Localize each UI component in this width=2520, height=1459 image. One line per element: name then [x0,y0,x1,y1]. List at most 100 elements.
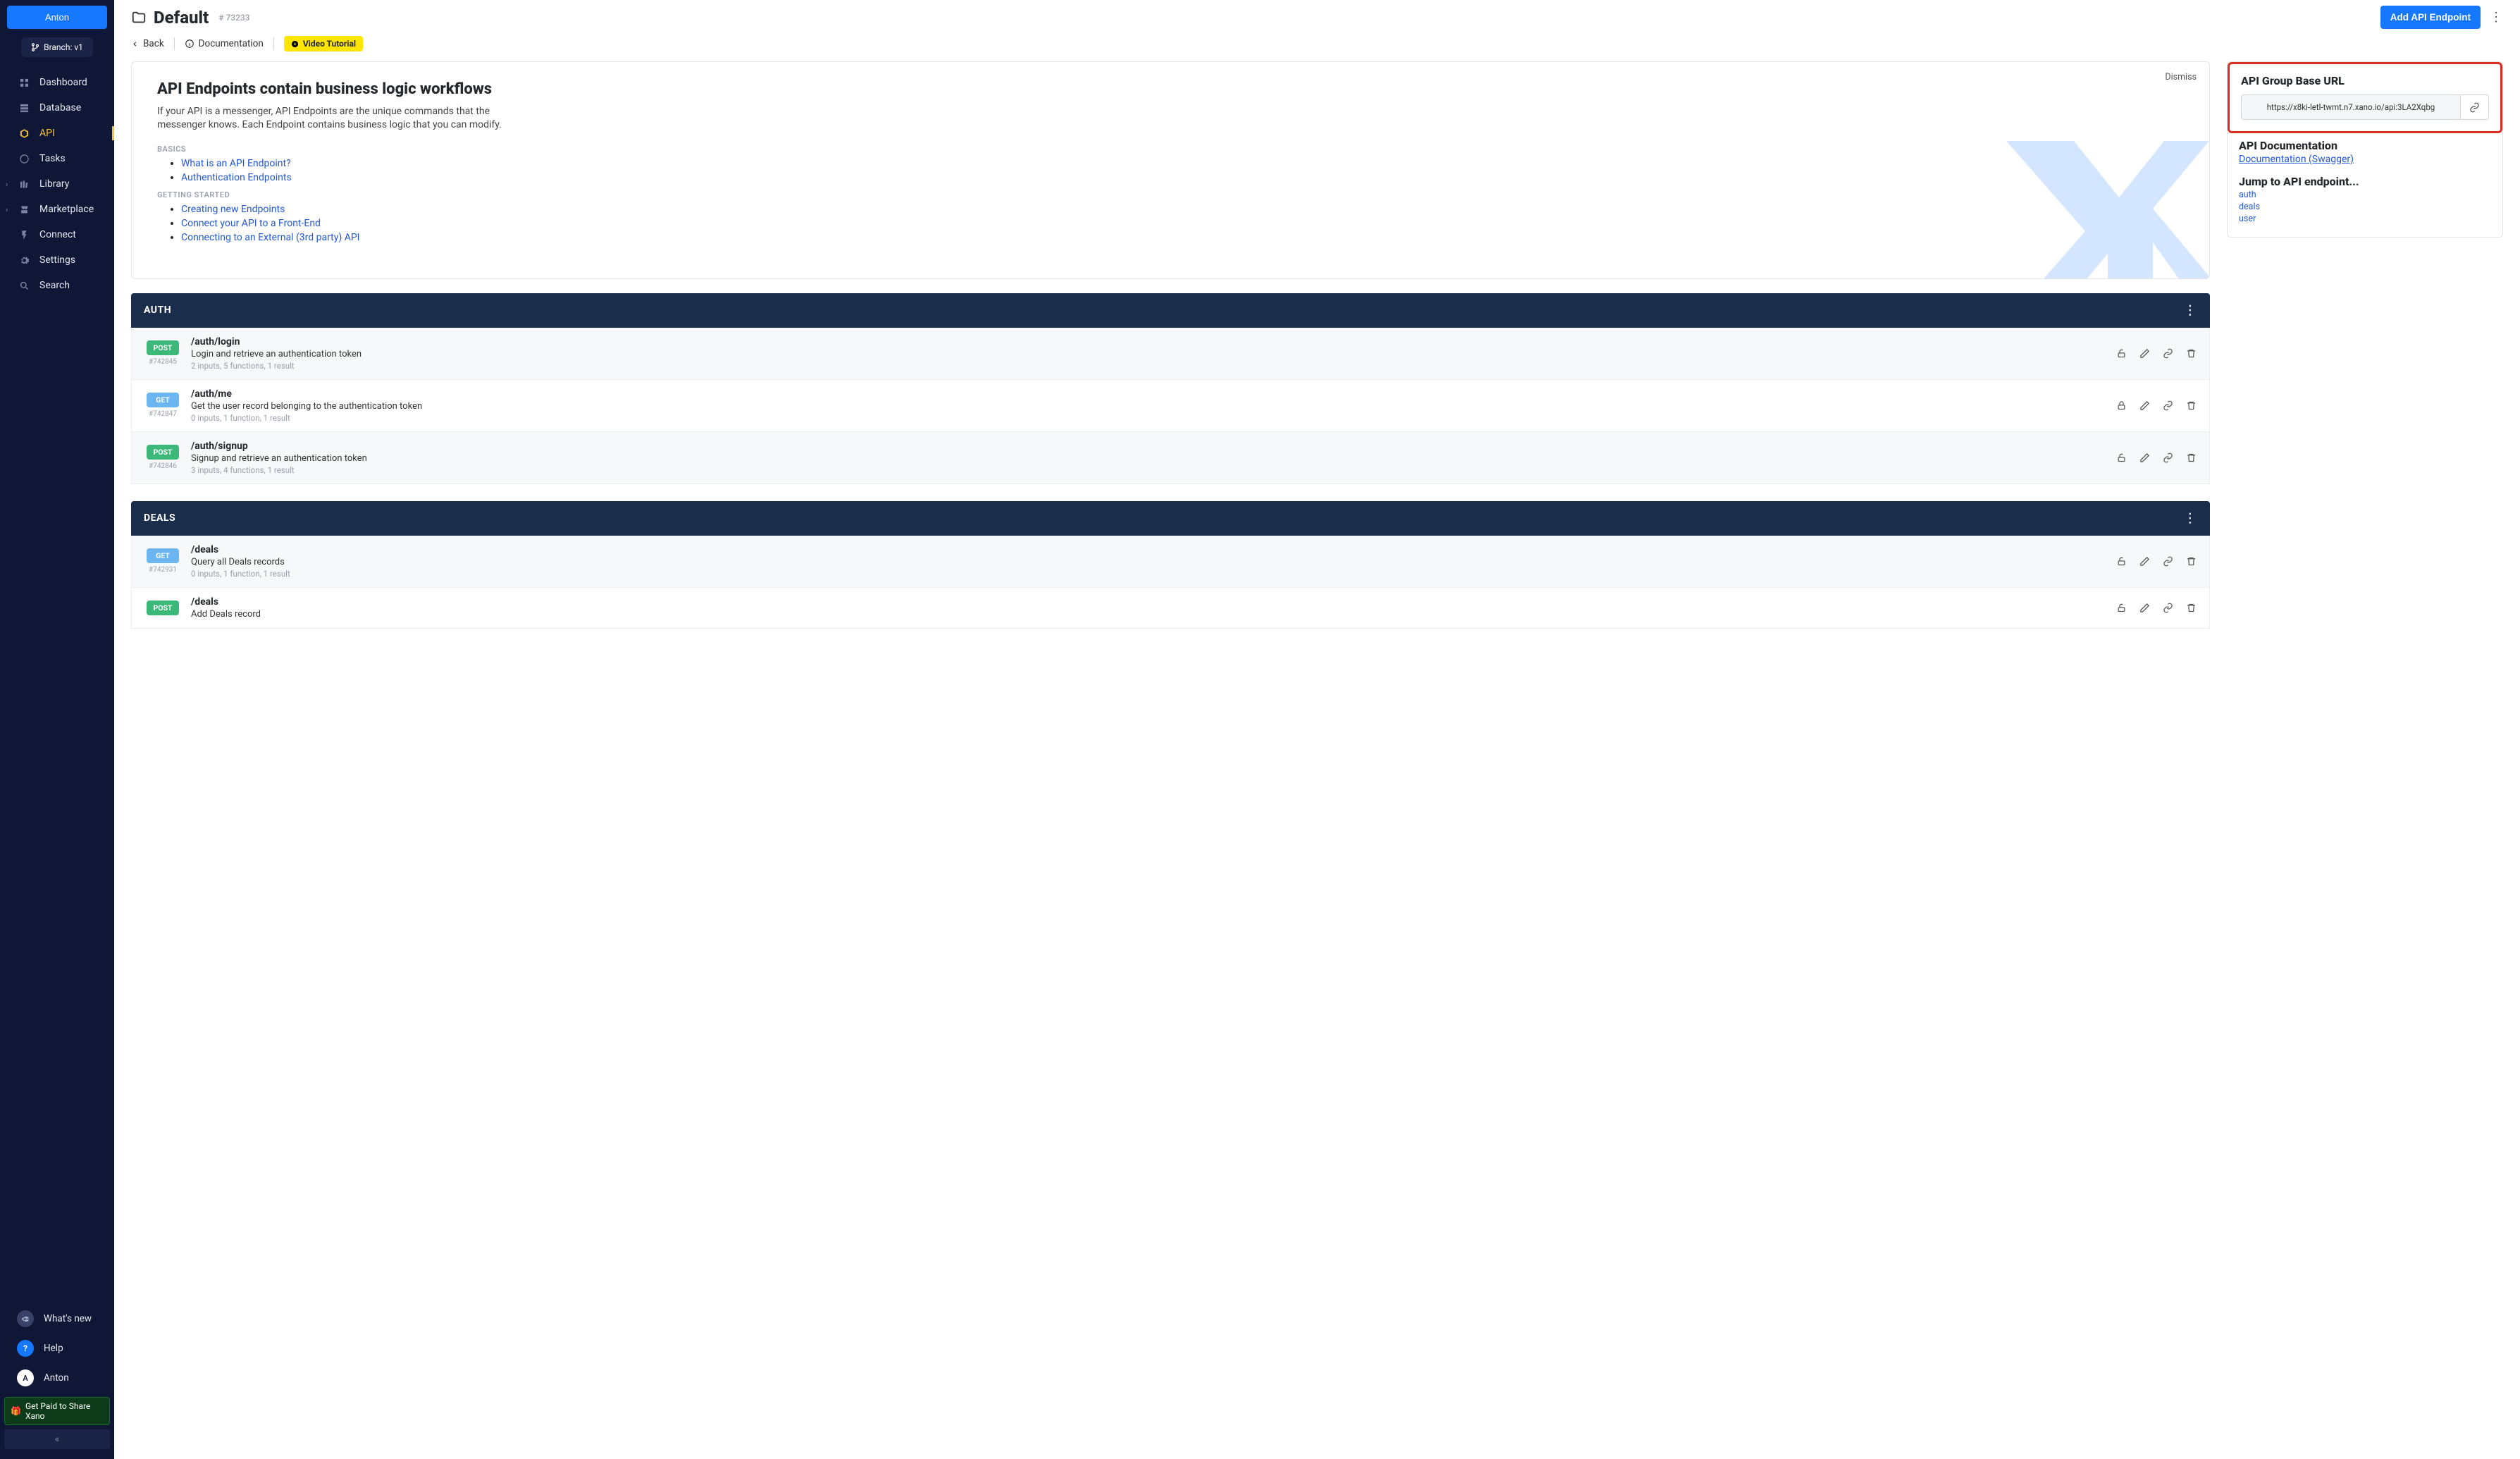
method-badge: GET [147,393,179,407]
link-icon[interactable] [2163,556,2173,567]
group-menu-button[interactable]: ⋮ [2183,511,2197,526]
edit-icon[interactable] [2139,556,2150,567]
info-title: API Endpoints contain business logic wor… [157,80,2184,98]
base-url-field[interactable]: https://x8ki-letl-twmt.n7.xano.io/api:3L… [2241,94,2461,120]
add-api-endpoint-button[interactable]: Add API Endpoint [2380,6,2481,29]
info-link[interactable]: Connecting to an External (3rd party) AP… [181,232,359,243]
link-icon[interactable] [2163,400,2173,411]
group-name: AUTH [144,304,171,316]
endpoint-path: /deals [191,544,2106,555]
endpoint-row[interactable]: POST/dealsAdd Deals record [131,588,2210,629]
endpoint-path: /auth/signup [191,441,2106,452]
endpoint-description: Query all Deals records [191,557,2106,567]
help-icon: ? [17,1340,34,1357]
lock-icon[interactable] [2116,453,2127,463]
delete-icon[interactable] [2186,400,2197,411]
tasks-icon [18,153,30,164]
nav-item-tasks[interactable]: Tasks [0,146,114,171]
method-badge: POST [147,445,179,460]
link-icon[interactable] [2163,603,2173,613]
collapse-sidebar-button[interactable]: « [4,1429,110,1449]
nav-item-api[interactable]: API [0,121,114,146]
nav-item-library[interactable]: ›Library [0,171,114,197]
user-menu[interactable]: A Anton [0,1363,114,1393]
delete-icon[interactable] [2186,348,2197,359]
nav-item-marketplace[interactable]: ›Marketplace [0,197,114,222]
endpoint-row[interactable]: GET#742931/dealsQuery all Deals records0… [131,536,2210,588]
library-icon [18,178,30,190]
api-icon [18,128,30,139]
back-link[interactable]: Back [131,38,164,49]
back-label: Back [143,38,164,49]
share-xano-button[interactable]: 🎁 Get Paid to Share Xano [4,1397,110,1425]
more-menu-button[interactable]: ⋮ [2489,10,2503,25]
info-link[interactable]: Creating new Endpoints [181,204,285,215]
nav-item-connect[interactable]: Connect [0,222,114,247]
copy-url-button[interactable] [2461,94,2489,120]
branch-label: Branch: v1 [44,42,83,52]
branch-selector[interactable]: Branch: v1 [21,37,93,57]
delete-icon[interactable] [2186,603,2197,613]
endpoint-meta: 0 inputs, 1 function, 1 result [191,569,2106,579]
nav-item-settings[interactable]: Settings [0,247,114,273]
info-icon [185,39,194,49]
marketplace-icon [18,204,30,215]
base-url-heading: API Group Base URL [2241,74,2489,87]
lock-icon[interactable] [2116,348,2127,359]
swagger-link[interactable]: Documentation (Swagger) [2239,154,2354,165]
documentation-link[interactable]: Documentation [185,38,264,49]
user-label: Anton [44,1372,69,1384]
edit-icon[interactable] [2139,400,2150,411]
page-id: # 73233 [218,13,249,23]
endpoint-row[interactable]: GET#742847/auth/meGet the user record be… [131,380,2210,432]
play-icon [291,40,299,48]
branch-icon [31,43,39,51]
edit-icon[interactable] [2139,348,2150,359]
nav-label: Search [39,280,70,291]
jump-link-user[interactable]: user [2239,214,2491,224]
nav-label: Database [39,102,81,113]
nav-item-search[interactable]: Search [0,273,114,298]
divider [174,37,175,50]
lock-icon[interactable] [2116,556,2127,567]
jump-link-auth[interactable]: auth [2239,190,2491,200]
workspace-button[interactable]: Anton [7,6,107,29]
divider [273,37,274,50]
endpoint-row[interactable]: POST#742846/auth/signupSignup and retrie… [131,432,2210,484]
search-icon [18,280,30,291]
jump-link-deals[interactable]: deals [2239,202,2491,212]
jump-heading: Jump to API endpoint... [2239,175,2491,188]
nav-label: Settings [39,254,75,266]
documentation-label: Documentation [199,38,264,49]
help-link[interactable]: ? Help [0,1334,114,1363]
dismiss-button[interactable]: Dismiss [2165,72,2197,82]
delete-icon[interactable] [2186,453,2197,463]
endpoint-group-auth: AUTH ⋮ POST#742845/auth/loginLogin and ret… [131,293,2210,484]
video-tutorial-button[interactable]: Video Tutorial [284,36,363,51]
info-link[interactable]: Connect your API to a Front-End [181,218,321,229]
endpoint-path: /auth/login [191,336,2106,347]
link-icon[interactable] [2163,453,2173,463]
edit-icon[interactable] [2139,453,2150,463]
whats-new-link[interactable]: What's new [0,1304,114,1334]
share-label: Get Paid to Share Xano [25,1401,104,1421]
info-link[interactable]: Authentication Endpoints [181,172,292,183]
endpoint-row[interactable]: POST#742845/auth/loginLogin and retrieve… [131,328,2210,380]
endpoint-meta: 3 inputs, 4 functions, 1 result [191,465,2106,475]
nav-item-database[interactable]: Database [0,95,114,121]
nav-label: Library [39,178,69,190]
side-panel: API Group Base URL https://x8ki-letl-twm… [2227,61,2503,238]
group-menu-button[interactable]: ⋮ [2183,303,2197,318]
main: Default # 73233 Add API Endpoint ⋮ Back … [114,0,2520,1459]
endpoint-description: Get the user record belonging to the aut… [191,401,2106,412]
nav-label: Dashboard [39,77,87,88]
lock-icon[interactable] [2116,603,2127,613]
info-card: Dismiss API Endpoints contain business l… [131,61,2210,279]
nav-item-dashboard[interactable]: Dashboard [0,70,114,95]
link-icon[interactable] [2163,348,2173,359]
edit-icon[interactable] [2139,603,2150,613]
endpoint-id: #742847 [144,410,181,418]
info-link[interactable]: What is an API Endpoint? [181,158,291,169]
delete-icon[interactable] [2186,556,2197,567]
lock-icon[interactable] [2116,400,2127,411]
